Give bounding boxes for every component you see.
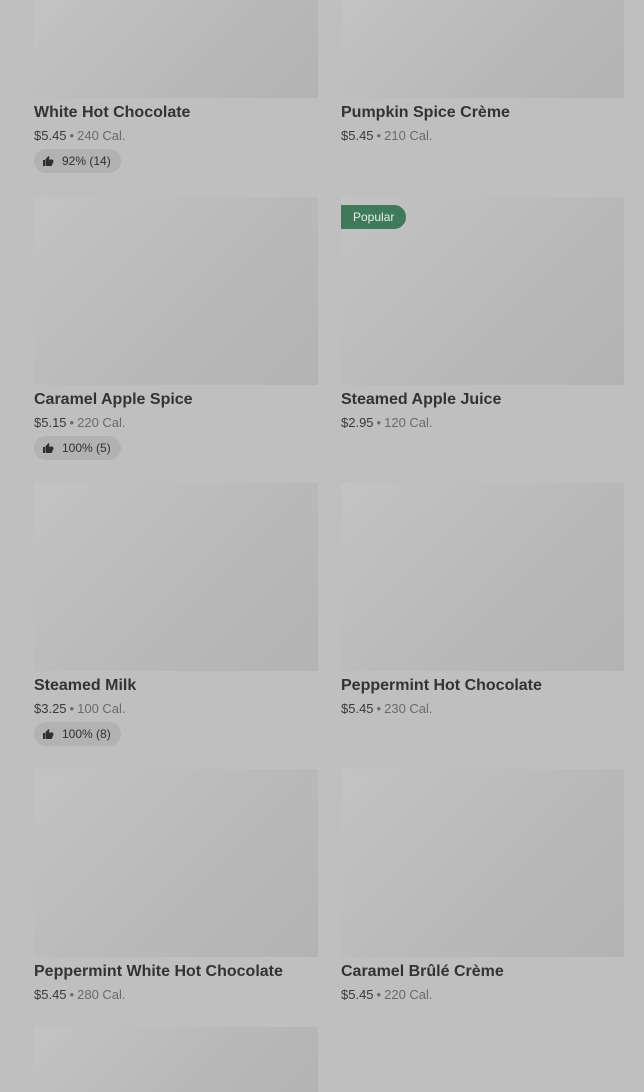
separator: • bbox=[69, 128, 75, 143]
item-meta: $5.45 • 240 Cal. bbox=[34, 128, 318, 143]
thumbs-up-icon bbox=[43, 443, 54, 453]
item-meta: $5.15 • 220 Cal. bbox=[34, 415, 318, 430]
separator: • bbox=[376, 128, 382, 143]
item-name[interactable]: Pumpkin Spice Crème bbox=[341, 104, 624, 122]
menu-grid: White Hot Chocolate $5.45 • 240 Cal. 92% (… bbox=[0, 0, 644, 1092]
product-image[interactable] bbox=[34, 483, 318, 671]
popular-badge: Popular bbox=[341, 205, 407, 229]
item-meta: $5.45 • 230 Cal. bbox=[341, 701, 624, 716]
item-price: $5.45 bbox=[34, 128, 67, 143]
item-price: $3.25 bbox=[34, 701, 67, 716]
item-price: $5.45 bbox=[34, 987, 67, 1002]
rating-pill: 100% (5) bbox=[34, 436, 121, 460]
item-meta: $5.45 • 210 Cal. bbox=[341, 128, 624, 143]
menu-item-partial[interactable] bbox=[34, 1027, 318, 1092]
menu-item-white-hot-chocolate[interactable]: White Hot Chocolate $5.45 • 240 Cal. 92% (… bbox=[34, 0, 318, 173]
item-meta: $3.25 • 100 Cal. bbox=[34, 701, 318, 716]
item-price: $5.45 bbox=[341, 701, 374, 716]
item-calories: 220 Cal. bbox=[77, 415, 126, 430]
menu-item-steamed-milk[interactable]: Steamed Milk $3.25 • 100 Cal. 100% (8) bbox=[34, 483, 318, 746]
item-price: $5.15 bbox=[34, 415, 67, 430]
separator: • bbox=[69, 987, 75, 1002]
item-meta: $5.45 • 280 Cal. bbox=[34, 987, 318, 1002]
item-calories: 210 Cal. bbox=[384, 128, 433, 143]
separator: • bbox=[69, 415, 75, 430]
menu-item-peppermint-hot-chocolate[interactable]: Peppermint Hot Chocolate $5.45 • 230 Cal. bbox=[341, 483, 624, 716]
rating-pill: 100% (8) bbox=[34, 722, 121, 746]
item-calories: 280 Cal. bbox=[77, 987, 126, 1002]
product-image[interactable] bbox=[34, 0, 318, 98]
item-calories: 120 Cal. bbox=[384, 415, 433, 430]
product-image[interactable] bbox=[34, 769, 318, 957]
thumbs-up-icon bbox=[43, 156, 54, 166]
item-price: $2.95 bbox=[341, 415, 374, 430]
rating-value: 100% (8) bbox=[62, 727, 111, 741]
separator: • bbox=[69, 701, 75, 716]
item-name[interactable]: Peppermint Hot Chocolate bbox=[341, 677, 624, 695]
product-image[interactable] bbox=[34, 1027, 318, 1092]
menu-item-caramel-apple-spice[interactable]: Caramel Apple Spice $5.15 • 220 Cal. 100% … bbox=[34, 197, 318, 460]
item-name[interactable]: Peppermint White Hot Chocolate bbox=[34, 963, 318, 981]
item-calories: 220 Cal. bbox=[384, 987, 433, 1002]
separator: • bbox=[376, 987, 382, 1002]
item-price: $5.45 bbox=[341, 128, 374, 143]
rating-value: 92% (14) bbox=[62, 154, 111, 168]
item-price: $5.45 bbox=[341, 987, 374, 1002]
item-name[interactable]: Caramel Brûlé Crème bbox=[341, 963, 624, 981]
item-name[interactable]: Steamed Apple Juice bbox=[341, 391, 624, 409]
item-name[interactable]: Caramel Apple Spice bbox=[34, 391, 318, 409]
item-calories: 100 Cal. bbox=[77, 701, 126, 716]
menu-item-pumpkin-spice-creme[interactable]: Pumpkin Spice Crème $5.45 • 210 Cal. bbox=[341, 0, 624, 143]
item-calories: 230 Cal. bbox=[384, 701, 433, 716]
thumbs-up-icon bbox=[43, 729, 54, 739]
product-image[interactable]: Popular bbox=[341, 197, 624, 385]
item-meta: $5.45 • 220 Cal. bbox=[341, 987, 624, 1002]
product-image[interactable] bbox=[341, 0, 624, 98]
item-name[interactable]: Steamed Milk bbox=[34, 677, 318, 695]
item-name[interactable]: White Hot Chocolate bbox=[34, 104, 318, 122]
item-meta: $2.95 • 120 Cal. bbox=[341, 415, 624, 430]
menu-item-caramel-brulee-creme[interactable]: Caramel Brûlé Crème $5.45 • 220 Cal. bbox=[341, 769, 624, 1002]
rating-value: 100% (5) bbox=[62, 441, 111, 455]
menu-item-peppermint-white-hot-chocolate[interactable]: Peppermint White Hot Chocolate $5.45 • 280… bbox=[34, 769, 318, 1002]
item-calories: 240 Cal. bbox=[77, 128, 126, 143]
product-image[interactable] bbox=[341, 769, 624, 957]
rating-pill: 92% (14) bbox=[34, 149, 121, 173]
separator: • bbox=[376, 701, 382, 716]
product-image[interactable] bbox=[341, 483, 624, 671]
menu-item-steamed-apple-juice[interactable]: Popular Steamed Apple Juice $2.95 • 120 Ca… bbox=[341, 197, 624, 430]
separator: • bbox=[376, 415, 382, 430]
product-image[interactable] bbox=[34, 197, 318, 385]
